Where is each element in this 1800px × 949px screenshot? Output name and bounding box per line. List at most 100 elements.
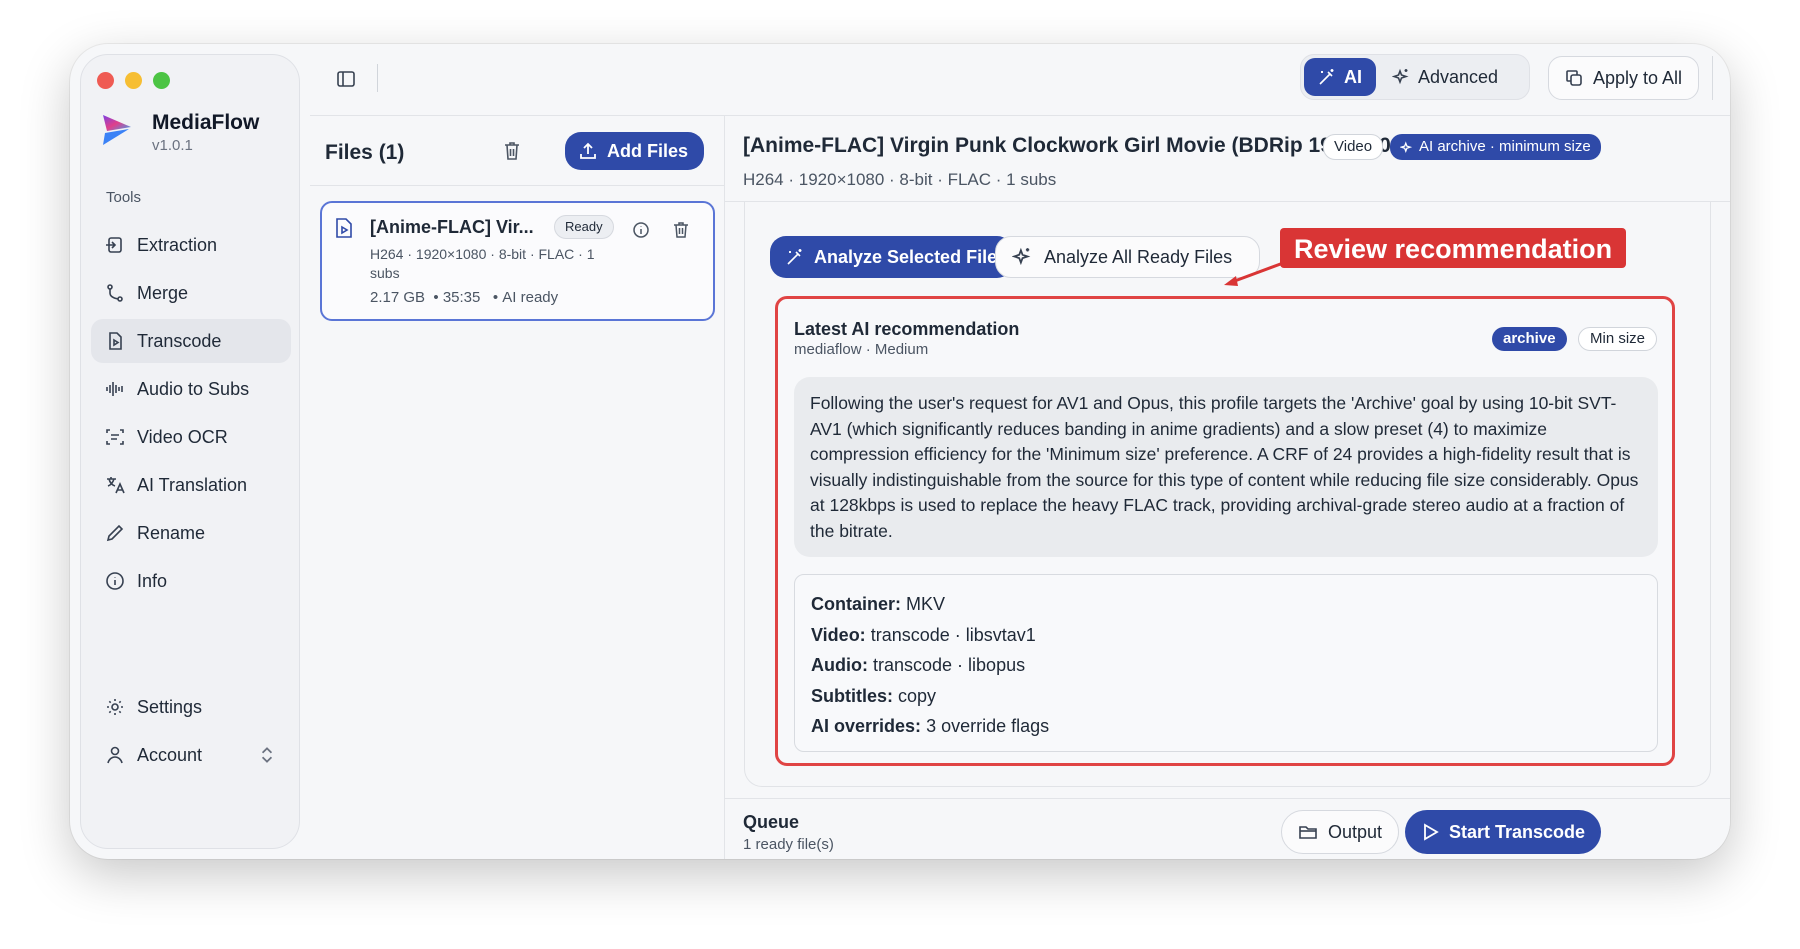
detail-row: Video: transcode · libsvtav1 <box>811 624 1036 645</box>
main-header: [Anime-FLAC] Virgin Punk Clockwork Girl … <box>725 116 1730 202</box>
sidebar-item-account[interactable]: Account <box>91 733 291 777</box>
play-icon <box>1424 823 1439 841</box>
add-files-label: Add Files <box>607 140 689 161</box>
files-panel: Files (1) Add Files [Anime-FLAC] Vir... … <box>310 116 725 859</box>
mode-advanced-label: Advanced <box>1418 66 1499 87</box>
magic-wand-icon <box>787 249 802 265</box>
file-list-item[interactable]: [Anime-FLAC] Vir... Ready H264 · 1920×10… <box>320 201 715 321</box>
selected-file-title: [Anime-FLAC] Virgin Punk Clockwork Girl … <box>743 134 1409 157</box>
waveform-icon <box>106 382 123 396</box>
apply-to-all-button[interactable]: Apply to All <box>1548 56 1700 100</box>
file-meta: H264 · 1920×1080 · 8-bit · FLAC · 1 subs <box>370 246 595 281</box>
gear-icon <box>107 699 123 715</box>
analyze-all-label: Analyze All Ready Files <box>1044 246 1233 267</box>
chevron-updown-icon[interactable] <box>257 745 277 765</box>
ocr-icon <box>106 429 124 445</box>
file-name: [Anime-FLAC] Vir... <box>370 217 534 237</box>
magic-wand-icon <box>1319 69 1334 85</box>
output-label: Output <box>1328 821 1383 842</box>
file-size: 2.17 GB <box>370 289 426 306</box>
file-stats: 2.17 GB • 35:35 • AI ready <box>370 289 559 306</box>
sidebar-item-video-ocr[interactable]: Video OCR <box>91 415 291 459</box>
window-close-button[interactable] <box>97 72 114 89</box>
ai-profile-badge: AI archive · minimum size <box>1390 134 1601 160</box>
mode-advanced-button[interactable]: Advanced <box>1378 58 1512 96</box>
selected-file-meta: H264 · 1920×1080 · 8-bit · FLAC · 1 subs <box>743 170 1057 189</box>
copy-icon <box>1566 70 1582 86</box>
folder-icon <box>1299 826 1317 839</box>
sidebar-item-label: AI Translation <box>137 474 248 495</box>
video-file-icon <box>336 218 352 238</box>
sidebar-item-label: Merge <box>137 282 189 303</box>
transcode-icon <box>109 332 122 350</box>
start-transcode-button[interactable]: Start Transcode <box>1405 810 1602 854</box>
recommendation-title: Latest AI recommendation <box>794 319 1020 339</box>
add-files-button[interactable]: Add Files <box>565 132 705 170</box>
ai-recommendation-panel: Latest AI recommendation mediaflow · Med… <box>775 296 1675 766</box>
status-badge: Ready <box>554 215 614 239</box>
sidebar-item-label: Rename <box>137 522 206 543</box>
sidebar-item-audio-to-subs[interactable]: Audio to Subs <box>91 367 291 411</box>
window-minimize-button[interactable] <box>125 72 142 89</box>
window-zoom-button[interactable] <box>153 72 170 89</box>
app-logo-icon <box>103 115 131 145</box>
translate-icon <box>107 477 125 494</box>
detail-row: AI overrides: 3 override flags <box>811 716 1050 736</box>
queue-bar: Queue 1 ready file(s) Output Start Trans… <box>725 798 1730 859</box>
app-name: MediaFlow <box>152 111 260 134</box>
sparkle-icon <box>1012 247 1031 266</box>
queue-status: 1 ready file(s) <box>743 836 834 853</box>
sidebar-item-label: Audio to Subs <box>137 378 250 399</box>
analyze-selected-button[interactable]: Analyze Selected File <box>770 236 1014 278</box>
app-window: MediaFlow v1.0.1 Tools Extraction Merge … <box>70 44 1730 859</box>
recommendation-text: Following the user's request for AV1 and… <box>794 377 1658 557</box>
sidebar: MediaFlow v1.0.1 Tools Extraction Merge … <box>80 54 300 849</box>
sidebar-footer: Settings Account <box>91 685 291 781</box>
app-version: v1.0.1 <box>152 137 193 154</box>
recommendation-source: mediaflow · Medium <box>794 341 929 358</box>
preference-tag: Min size <box>1578 327 1658 351</box>
sidebar-item-transcode[interactable]: Transcode <box>91 319 291 363</box>
tools-section-label: Tools <box>106 189 142 206</box>
detail-row: Container: MKV <box>811 594 946 614</box>
detail-row: Audio: transcode · libopus <box>811 655 1026 675</box>
toolbar-divider <box>377 64 378 92</box>
remove-file-trash-icon[interactable] <box>672 221 690 239</box>
analyze-selected-label: Analyze Selected File <box>814 246 998 267</box>
sparkle-icon <box>1392 68 1409 85</box>
pencil-icon <box>106 524 124 542</box>
start-transcode-label: Start Transcode <box>1449 821 1586 842</box>
output-button[interactable]: Output <box>1281 810 1400 854</box>
sidebar-item-label: Extraction <box>137 234 218 255</box>
file-ai-state: AI ready <box>502 289 559 306</box>
sidebar-item-ai-translation[interactable]: AI Translation <box>91 463 291 507</box>
info-icon <box>106 572 124 590</box>
media-type-badge: Video <box>1323 134 1384 160</box>
sidebar-nav: Extraction Merge Transcode Audio to Subs… <box>91 223 291 607</box>
sidebar-toggle-button[interactable] <box>332 65 360 93</box>
upload-icon <box>580 142 596 159</box>
recommendation-details: Container: MKV Video: transcode · libsvt… <box>794 574 1658 752</box>
top-toolbar: AI Advanced Apply to All <box>310 44 1730 116</box>
sidebar-item-settings[interactable]: Settings <box>91 685 291 729</box>
sparkle-icon <box>1400 140 1413 153</box>
mode-ai-button[interactable]: AI <box>1304 58 1376 96</box>
account-label: Account <box>137 744 203 765</box>
merge-icon <box>107 284 123 302</box>
ai-profile-label: AI archive · minimum size <box>1419 138 1591 155</box>
clear-files-trash-icon[interactable] <box>502 140 522 162</box>
settings-label: Settings <box>137 696 203 717</box>
sidebar-item-rename[interactable]: Rename <box>91 511 291 555</box>
sidebar-item-info[interactable]: Info <box>91 559 291 603</box>
mode-switcher: AI Advanced <box>1300 54 1530 100</box>
sidebar-item-extraction[interactable]: Extraction <box>91 223 291 267</box>
sidebar-item-merge[interactable]: Merge <box>91 271 291 315</box>
extraction-icon <box>106 237 122 253</box>
queue-title: Queue <box>743 812 800 832</box>
apply-to-all-label: Apply to All <box>1593 67 1683 88</box>
sidebar-item-label: Info <box>137 570 168 591</box>
file-info-icon[interactable] <box>632 221 650 239</box>
sidebar-item-label: Transcode <box>137 330 222 351</box>
files-title: Files (1) <box>325 141 405 164</box>
sidebar-item-label: Video OCR <box>137 426 228 447</box>
